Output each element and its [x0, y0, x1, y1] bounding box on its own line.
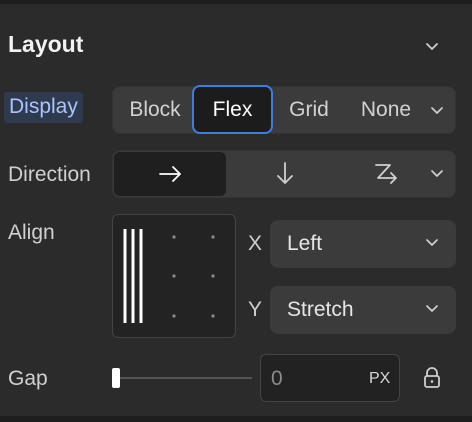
direction-more-chevron-icon[interactable] [429, 166, 445, 182]
gap-label: Gap [8, 367, 48, 390]
align-y-select[interactable]: Stretch [270, 286, 456, 334]
wrap-icon[interactable] [372, 161, 402, 187]
direction-label: Direction [8, 163, 91, 186]
gap-unit[interactable]: PX [369, 370, 390, 388]
align-x-select[interactable]: Left [270, 220, 456, 268]
bottom-divider [0, 416, 472, 422]
display-option-none[interactable]: None [356, 87, 416, 133]
lock-icon[interactable] [422, 366, 442, 390]
y-axis-label: Y [248, 298, 263, 321]
arrow-right-icon [159, 166, 181, 182]
display-option-flex[interactable]: Flex [192, 85, 273, 134]
layout-panel: Layout Display Block Grid None Flex Dire… [0, 0, 472, 422]
gap-slider-thumb[interactable] [112, 368, 120, 388]
align-y-value: Stretch [287, 298, 354, 321]
display-more-chevron-icon[interactable] [429, 103, 445, 119]
chevron-down-icon [426, 239, 438, 246]
chevron-down-icon[interactable] [423, 38, 441, 56]
top-divider [0, 0, 472, 4]
stretch-lines-icon [123, 229, 215, 323]
gap-value: 0 [271, 367, 283, 390]
align-x-value: Left [287, 232, 323, 255]
display-option-grid[interactable]: Grid [276, 87, 342, 133]
section-title: Layout [8, 31, 84, 57]
display-option-block[interactable]: Block [118, 87, 192, 133]
alignment-grid[interactable] [112, 214, 236, 338]
gap-slider-track[interactable] [114, 377, 252, 379]
gap-input[interactable]: 0 PX [260, 354, 400, 402]
direction-option-row[interactable] [114, 152, 226, 196]
chevron-down-icon [426, 305, 438, 312]
display-label: Display [4, 92, 83, 123]
arrow-down-icon[interactable] [274, 161, 296, 187]
display-segmented-control: Block Grid None [112, 86, 456, 134]
x-axis-label: X [248, 232, 263, 255]
align-label: Align [8, 221, 55, 244]
